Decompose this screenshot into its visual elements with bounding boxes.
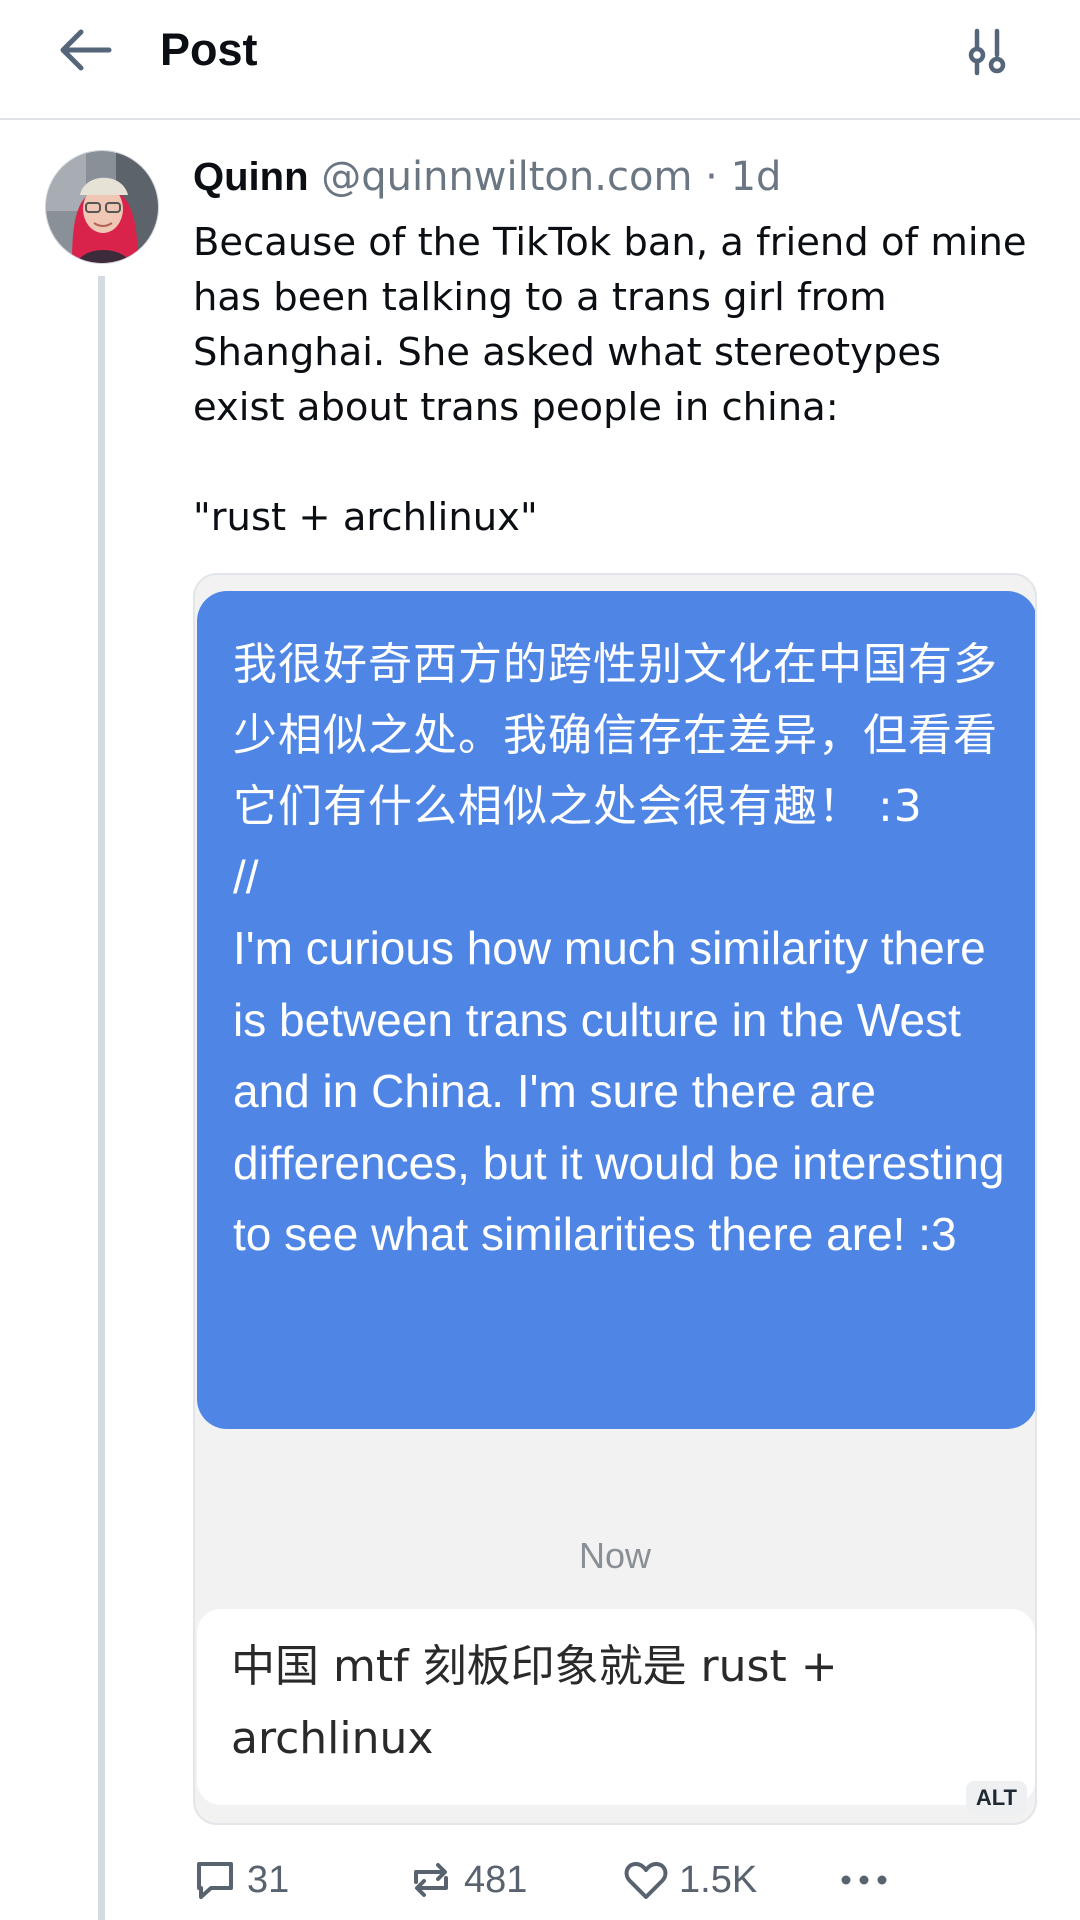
ellipsis-icon bbox=[841, 1875, 887, 1885]
heart-icon bbox=[624, 1861, 668, 1899]
post-paragraph: "rust + archlinux" bbox=[193, 495, 538, 540]
reply-button[interactable]: 31 bbox=[193, 1852, 289, 1908]
back-button[interactable] bbox=[50, 20, 120, 80]
post-image[interactable]: 我很好奇西方的跨性别文化在中国有多少相似之处。我确信存在差异，但看看它们有什么相… bbox=[193, 573, 1037, 1825]
speech-bubble-icon bbox=[197, 1862, 233, 1899]
sliders-icon bbox=[968, 28, 1006, 76]
avatar[interactable] bbox=[45, 150, 159, 264]
chat-bubble-sent: 我很好奇西方的跨性别文化在中国有多少相似之处。我确信存在差异，但看看它们有什么相… bbox=[197, 591, 1035, 1429]
like-count: 1.5K bbox=[679, 1858, 758, 1901]
profile-photo bbox=[46, 151, 158, 263]
author-line: Quinn @quinnwilton.com · 1d bbox=[193, 150, 781, 204]
repost-button[interactable]: 481 bbox=[408, 1852, 527, 1908]
post-time[interactable]: 1d bbox=[731, 154, 782, 200]
message-chinese: 我很好奇西方的跨性别文化在中国有多少相似之处。我确信存在差异，但看看它们有什么相… bbox=[233, 639, 998, 832]
chat-bubble-received: 中国 mtf 刻板印象就是 rust + archlinux bbox=[197, 1609, 1035, 1805]
message-separator: // bbox=[233, 851, 259, 903]
thread-settings-button[interactable] bbox=[958, 22, 1018, 82]
post-actions: 31 481 1.5K bbox=[193, 1852, 1053, 1908]
more-options-button[interactable] bbox=[838, 1852, 890, 1908]
arrow-left-icon bbox=[60, 29, 112, 71]
reply-text: 中国 mtf 刻板印象就是 rust + archlinux bbox=[231, 1641, 838, 1764]
page-title: Post bbox=[160, 24, 258, 75]
author-handle[interactable]: @quinnwilton.com bbox=[321, 154, 692, 200]
repost-icon bbox=[414, 1863, 448, 1897]
separator-dot: · bbox=[705, 154, 718, 200]
message-timestamp: Now bbox=[578, 1535, 652, 1576]
thread-line bbox=[98, 276, 105, 1920]
message-english: I'm curious how much similarity there is… bbox=[233, 922, 1005, 1260]
reply-count: 31 bbox=[247, 1858, 290, 1901]
alt-text-badge[interactable]: ALT bbox=[965, 1781, 1027, 1815]
post-paragraph: Because of the TikTok ban, a friend of m… bbox=[193, 220, 1027, 430]
post-body: Because of the TikTok ban, a friend of m… bbox=[193, 215, 1033, 545]
top-bar: Post bbox=[0, 0, 1080, 120]
repost-count: 481 bbox=[464, 1858, 528, 1901]
like-button[interactable]: 1.5K bbox=[623, 1852, 757, 1908]
author-name[interactable]: Quinn bbox=[193, 155, 309, 199]
